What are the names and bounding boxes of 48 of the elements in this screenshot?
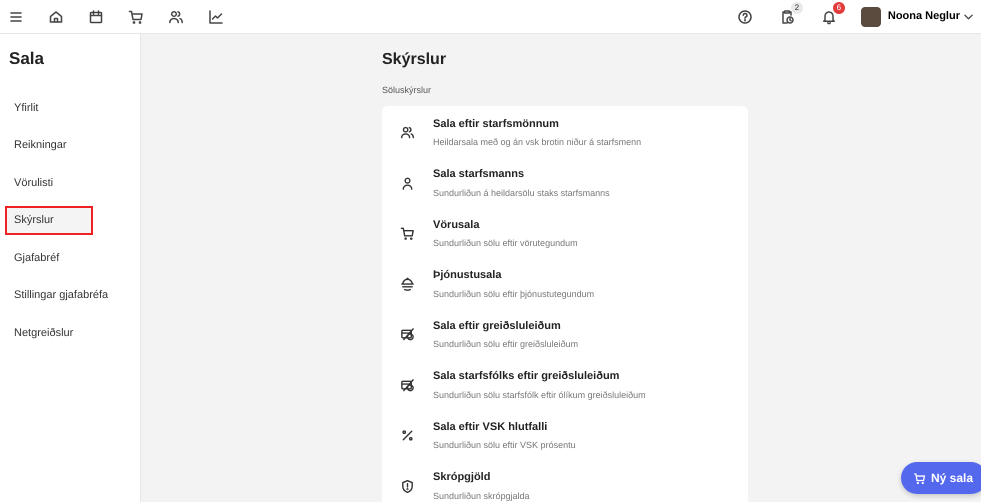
calendar-icon[interactable]	[88, 8, 104, 24]
report-title[interactable]: Vörusala	[433, 216, 578, 234]
section-label: Söluskýrslur	[382, 84, 432, 97]
report-description: Sundurliðun sölu eftir VSK prósentu	[433, 439, 576, 452]
users-icon[interactable]	[168, 8, 184, 24]
bell-icon[interactable]	[820, 8, 837, 24]
sidebar-item[interactable]: Netgreiðslur	[5, 318, 125, 347]
user-icon	[400, 176, 415, 191]
percent-icon	[400, 428, 415, 444]
report-title[interactable]: Sala eftir greiðsluleiðum	[433, 318, 578, 334]
report-description: Sundurliðun á heildarsölu staks starfsmanns	[433, 186, 610, 200]
report-title[interactable]: Þjónustusala	[433, 267, 594, 284]
user-menu[interactable]: Noona Neglur	[860, 6, 973, 26]
notification-badge: 6	[832, 2, 845, 14]
shield-icon	[400, 478, 415, 494]
avatar-photo-placeholder	[860, 6, 881, 26]
cart-icon	[400, 226, 415, 242]
service-icon	[400, 276, 415, 292]
page-title: Skýrslur	[382, 50, 448, 70]
sidebar-item[interactable]: Stillingar gjafabréfa	[5, 281, 125, 310]
sidebar-item[interactable]: Gjafabréf	[5, 244, 125, 272]
help-icon[interactable]	[736, 8, 753, 24]
report-description: Sundurliðun sölu starfsfólk eftir ólíkum greiðsluleiðum	[433, 388, 646, 402]
users-icon	[400, 125, 415, 140]
new-sale-button[interactable]: Ný sala	[900, 462, 981, 494]
report-description: Heildarsala með og án vsk brotin niður á starfsmenn	[433, 136, 642, 150]
report-description: Sundurliðun sölu eftir greiðsluleiðum	[433, 338, 578, 352]
notification-badge: 2	[790, 2, 803, 14]
sidebar-title: Sala	[8, 48, 45, 70]
cart-icon	[912, 472, 926, 484]
report-title[interactable]: Sala eftir VSK hlutfalli	[433, 418, 576, 436]
caret-icon	[964, 14, 973, 20]
chart-icon[interactable]	[208, 8, 224, 24]
report-title[interactable]: Skrópgjöld	[433, 469, 530, 486]
report-title[interactable]: Sala starfsmanns	[433, 166, 610, 183]
report-description: Sundurliðun skrópgjalda	[433, 490, 530, 502]
home-icon[interactable]	[48, 8, 64, 24]
cart-icon[interactable]	[128, 8, 144, 24]
report-description: Sundurliðun sölu eftir þjónustutegundum	[433, 288, 594, 301]
report-title[interactable]: Sala starfsfólks eftir greiðsluleiðum	[433, 368, 646, 385]
payment-icon	[400, 327, 415, 342]
sidebar-item[interactable]: Reikningar	[5, 131, 125, 160]
sidebar-item[interactable]: Skýrslur	[5, 206, 93, 234]
sidebar-item[interactable]: Yfirlit	[5, 94, 125, 122]
sidebar-item[interactable]: Vörulisti	[5, 168, 125, 197]
report-description: Sundurliðun sölu eftir vörutegundum	[433, 237, 578, 250]
payment-icon	[400, 378, 415, 393]
report-title[interactable]: Sala eftir starfsmönnum	[433, 116, 642, 132]
